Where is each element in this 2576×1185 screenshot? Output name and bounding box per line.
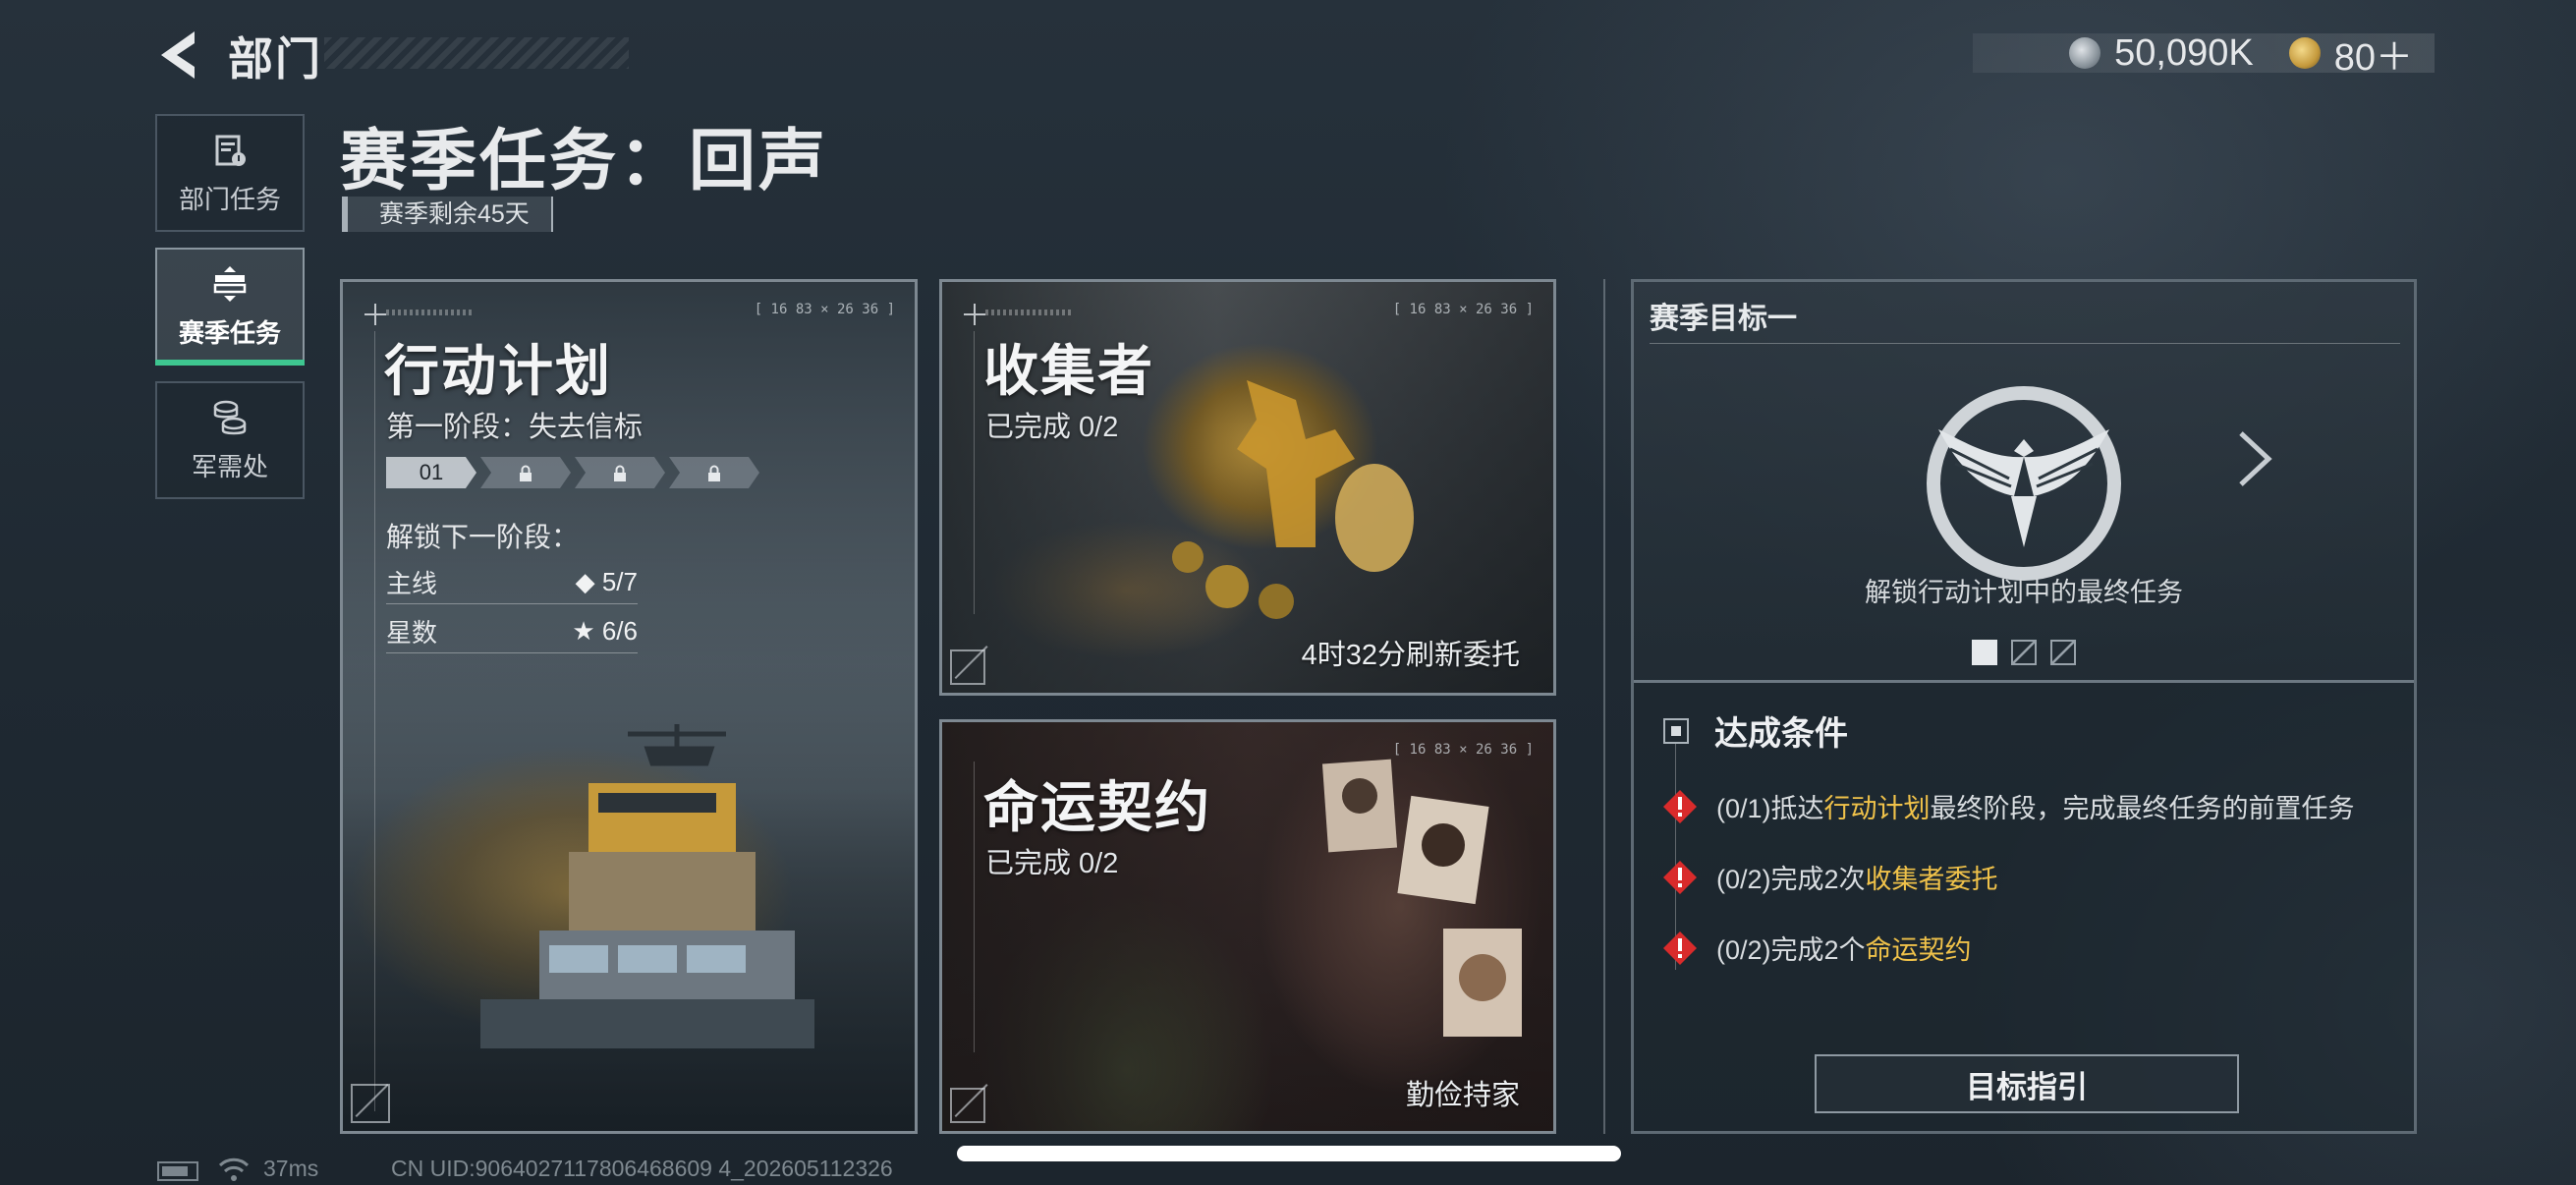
battery-icon — [157, 1161, 198, 1181]
page-indicator-3[interactable] — [2050, 640, 2076, 665]
decor-text — [386, 310, 475, 315]
stage-progress: 01 — [386, 457, 759, 488]
page-title: 部门 — [228, 33, 322, 85]
crosshair-icon — [364, 304, 386, 325]
card-title: 收集者 — [983, 340, 1154, 402]
square-bullet-icon — [1663, 717, 1689, 744]
conditions-title: 达成条件 — [1714, 715, 1848, 753]
goal-pager — [1634, 640, 2414, 665]
card-title: 命运契约 — [983, 776, 1211, 838]
goal-title: 赛季目标一 — [1650, 303, 1797, 335]
card-guide-line — [374, 331, 375, 1111]
coin-amount: 50,090K — [2114, 31, 2254, 74]
card-title: 行动计划 — [384, 340, 612, 402]
sidebar-item-label: 赛季任务 — [178, 317, 281, 348]
clipboard-icon — [215, 135, 246, 166]
lock-icon — [708, 465, 720, 481]
crosshair-icon — [964, 304, 985, 325]
condition-item: (0/1)抵达行动计划最终阶段，完成最终任务的前置任务 — [1661, 787, 2355, 825]
page-indicator-1[interactable] — [1972, 640, 1997, 665]
chevron-right-icon[interactable] — [2233, 427, 2276, 490]
coords-label: [ 16 83 × 26 36 ] — [1392, 302, 1534, 317]
wanted-posters-illustration — [1321, 759, 1522, 1037]
stat-value: ★ 6/6 — [572, 616, 638, 646]
goal-description: 解锁行动计划中的最终任务 — [1865, 578, 2183, 607]
page-indicator-2[interactable] — [2011, 640, 2037, 665]
sidebar-item-label: 军需处 — [191, 451, 268, 481]
warning-icon — [1663, 931, 1697, 965]
collector-card[interactable]: [ 16 83 × 26 36 ] 收集者 已完成 0/2 4时32分刷新委托 — [939, 279, 1556, 696]
condition-text: (0/2)完成2次 — [1716, 865, 1866, 894]
goal-summary: 赛季目标一 解锁行动计划中的最终任务 — [1634, 282, 2414, 683]
corner-bracket-icon — [351, 1084, 390, 1123]
warning-icon — [1663, 860, 1697, 894]
stat-row-main: 主线 ◆ 5/7 — [386, 561, 638, 604]
ping-label: 37ms — [263, 1156, 319, 1181]
card-guide-line — [974, 331, 975, 614]
header-stripes — [324, 37, 629, 69]
warning-icon — [1663, 789, 1697, 823]
back-arrow-icon[interactable] — [155, 28, 202, 83]
currency-bar: 50,090K 80＋ — [1973, 31, 2435, 79]
season-goal-panel: 赛季目标一 解锁行动计划中的最终任务 达成条件 (0/1)抵达行动计划最终阶段，… — [1631, 279, 2417, 1134]
season-remaining-badge: 赛季剩余45天 — [342, 197, 553, 232]
home-indicator[interactable] — [957, 1146, 1621, 1161]
coords-label: [ 16 83 × 26 36 ] — [754, 302, 895, 317]
goal-guide-button[interactable]: 目标指引 — [1815, 1054, 2239, 1113]
stage-chip-locked — [480, 457, 571, 488]
coin-icon — [2069, 37, 2101, 69]
medal-icon — [2288, 37, 2321, 69]
refresh-timer: 4时32分刷新委托 — [1301, 640, 1520, 671]
condition-highlight: 收集者委托 — [1865, 865, 1998, 894]
stage-chip-locked — [669, 457, 759, 488]
stat-value: ◆ 5/7 — [575, 567, 638, 596]
wifi-icon — [218, 1157, 250, 1181]
eagle-emblem-icon — [1927, 386, 2121, 581]
corner-bracket-icon — [950, 1088, 985, 1123]
unlock-next-label: 解锁下一阶段： — [386, 522, 580, 552]
building-illustration — [480, 724, 814, 1048]
conditions-header: 达成条件 — [1663, 706, 1848, 755]
sidebar-item-dept-tasks[interactable]: 部门任务 — [155, 114, 305, 232]
season-title: 赛季任务：回声 — [340, 124, 829, 198]
condition-highlight: 行动计划 — [1823, 794, 1931, 823]
lock-icon — [614, 465, 626, 481]
goal-title-divider — [1650, 343, 2400, 344]
stage-chip-locked — [575, 457, 665, 488]
stat-row-stars: 星数 ★ 6/6 — [386, 610, 638, 653]
stat-label: 星数 — [386, 618, 438, 648]
stack-icon — [213, 265, 247, 302]
condition-item: (0/2)完成2次收集者委托 — [1661, 858, 1998, 896]
card-guide-line — [974, 762, 975, 1052]
stat-label: 主线 — [386, 569, 438, 598]
fate-contract-card[interactable]: [ 16 83 × 26 36 ] 命运契约 已完成 0/2 勤俭持家 — [939, 719, 1556, 1134]
card-footer-label: 勤俭持家 — [1405, 1080, 1520, 1111]
card-stage: 第一阶段：失去信标 — [386, 412, 644, 443]
sidebar-item-quartermaster[interactable]: 军需处 — [155, 381, 305, 499]
card-progress: 已完成 0/2 — [985, 848, 1119, 879]
sidebar-item-label: 部门任务 — [178, 184, 281, 214]
sidebar-item-season-tasks[interactable]: 赛季任务 — [155, 248, 305, 366]
medal-amount: 80＋ — [2333, 36, 2413, 79]
coords-label: [ 16 83 × 26 36 ] — [1392, 742, 1534, 758]
uid-label: CN UID:9064027117806468609 4_20260511232… — [391, 1156, 893, 1181]
stage-chip: 01 — [386, 457, 476, 488]
lock-icon — [520, 465, 532, 481]
golden-deer-illustration — [1172, 380, 1414, 619]
coins-stack-icon — [213, 400, 247, 434]
decor-text — [985, 310, 1074, 315]
corner-bracket-icon — [950, 649, 985, 685]
condition-text: (0/2)完成2个 — [1716, 935, 1866, 965]
condition-text: (0/1)抵达 — [1716, 794, 1824, 823]
condition-item: (0/2)完成2个命运契约 — [1661, 929, 1972, 967]
condition-highlight: 命运契约 — [1865, 935, 1972, 965]
card-progress: 已完成 0/2 — [985, 412, 1119, 443]
condition-text: 最终阶段，完成最终任务的前置任务 — [1930, 794, 2355, 823]
panel-divider — [1603, 279, 1605, 1134]
action-plan-card[interactable]: [ 16 83 × 26 36 ] 行动计划 第一阶段：失去信标 01 解锁下一… — [340, 279, 918, 1134]
